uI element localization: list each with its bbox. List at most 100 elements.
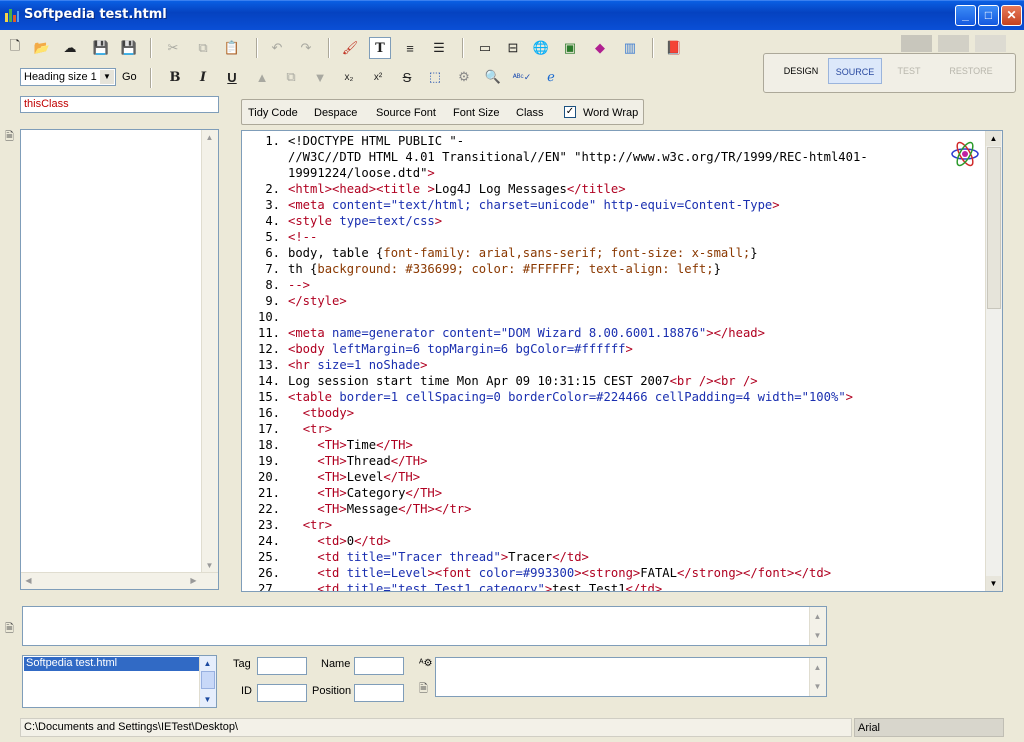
code-lines[interactable]: 1. <!DOCTYPE HTML PUBLIC "-//W3C//DTD HTM… [248,133,868,591]
scroll-left-arrow[interactable]: ◀ [21,573,36,588]
close-button[interactable]: ✕ [1001,5,1022,26]
save-icon[interactable]: 💾 [90,37,112,59]
attribute-textarea[interactable]: ▲ ▼ [435,657,827,697]
open-files-list[interactable]: Softpedia test.html ▲ ▼ [22,655,217,708]
class-input[interactable]: thisClass [20,96,219,113]
code-line[interactable]: 19. <TH>Thread</TH> [248,453,868,469]
scroll-thumb[interactable] [201,671,215,689]
mode-source-button[interactable]: SOURCE [828,58,882,84]
chart-icon[interactable]: ▥ [619,37,641,59]
code-line[interactable]: 12. <body leftMargin=6 topMargin=6 bgColo… [248,341,868,357]
cloud-icon[interactable]: ☁ [59,37,81,59]
undo-icon[interactable]: ↶ [266,37,288,59]
heading-select[interactable]: Heading size 1 ▼ [20,68,116,86]
scroll-up-arrow[interactable]: ▲ [202,130,217,145]
code-line[interactable]: 23. <tr> [248,517,868,533]
tag-input[interactable] [257,657,307,675]
bold-icon[interactable]: B [164,66,186,88]
underline-icon[interactable]: U [221,66,243,88]
copy-icon[interactable]: ⧉ [192,37,214,59]
horizontal-scrollbar[interactable]: ◀ ▶ [21,572,218,589]
brush-icon[interactable]: 🖌 [339,37,361,59]
font-size-button[interactable]: Font Size [453,107,499,119]
code-vertical-scrollbar[interactable]: ▲ ▼ [985,131,1002,591]
code-line[interactable]: 13. <hr size=1 noShade> [248,357,868,373]
move-down-icon[interactable]: ▼ [309,66,331,88]
code-line[interactable]: 9. </style> [248,293,868,309]
despace-button[interactable]: Despace [314,107,357,119]
subscript-icon[interactable]: x₂ [338,66,360,88]
save-as-icon[interactable]: 💾 [118,37,140,59]
code-line[interactable]: 11. <meta name=generator content="DOM Wiz… [248,325,868,341]
move-up-icon[interactable]: ▲ [251,66,273,88]
paste-icon[interactable]: 📋 [221,37,243,59]
scroll-down-arrow[interactable]: ▼ [810,679,825,694]
code-line[interactable]: 14. Log session start time Mon Apr 09 10:… [248,373,868,389]
align-center-icon[interactable]: ≡ [399,37,421,59]
code-line[interactable]: 20. <TH>Level</TH> [248,469,868,485]
code-line[interactable]: 10. [248,309,868,325]
code-line[interactable]: 26. <td title=Level><font color=#993300>… [248,565,868,581]
mode-test-button[interactable]: TEST [885,58,933,84]
strikethrough-icon[interactable]: S [396,66,418,88]
scroll-up-arrow[interactable]: ▲ [810,609,825,624]
code-line[interactable]: 21. <TH>Category</TH> [248,485,868,501]
open-folder-icon[interactable]: 📂 [31,37,53,59]
id-input[interactable] [257,684,307,702]
class-button[interactable]: Class [516,107,544,119]
window-icon[interactable]: ▭ [474,37,496,59]
attribute-icon[interactable]: ᴬ⚙ [419,658,433,669]
vertical-scrollbar[interactable]: ▲ ▼ [201,130,218,573]
italic-icon[interactable]: I [192,66,214,88]
maximize-button[interactable]: □ [978,5,999,26]
scroll-down-arrow[interactable]: ▼ [986,576,1001,591]
code-line[interactable]: 8. --> [248,277,868,293]
code-line[interactable]: 19991224/loose.dtd"> [248,165,868,181]
source-code-editor[interactable]: 1. <!DOCTYPE HTML PUBLIC "-//W3C//DTD HTM… [241,130,1003,592]
output-textarea[interactable]: ▲ ▼ [22,606,827,646]
objects-icon[interactable]: ◆ [589,37,611,59]
new-file-icon[interactable]: 🗋 [4,37,26,59]
code-line[interactable]: 22. <TH>Message</TH></tr> [248,501,868,517]
code-line[interactable]: 7. th {background: #336699; color: #FFFFF… [248,261,868,277]
search-icon[interactable]: 🔍 [482,66,504,88]
go-button[interactable]: Go [122,71,137,83]
book-icon[interactable]: 📕 [663,37,685,59]
scroll-up-arrow[interactable]: ▲ [200,656,215,671]
word-wrap-checkbox[interactable]: ✓ [564,106,576,118]
code-line[interactable]: 6. body, table {font-family: arial,sans-s… [248,245,868,261]
file-list-item[interactable]: Softpedia test.html [24,657,200,671]
bullet-list-icon[interactable]: ☰ [428,37,450,59]
code-line[interactable]: 25. <td title="Tracer thread">Tracer</td… [248,549,868,565]
code-line[interactable]: 16. <tbody> [248,405,868,421]
scroll-thumb[interactable] [987,147,1001,309]
code-line[interactable]: 24. <td>0</td> [248,533,868,549]
vertical-scrollbar[interactable]: ▲ ▼ [199,656,216,707]
code-line[interactable]: //W3C//DTD HTML 4.01 Transitional//EN" "… [248,149,868,165]
scroll-up-arrow[interactable]: ▲ [810,660,825,675]
vertical-scrollbar[interactable]: ▲ ▼ [809,658,826,696]
tidy-code-button[interactable]: Tidy Code [248,107,298,119]
code-line[interactable]: 15. <table border=1 cellSpacing=0 borderC… [248,389,868,405]
settings-icon[interactable]: ⚙ [453,66,475,88]
mode-restore-button[interactable]: RESTORE [940,58,1002,84]
superscript-icon[interactable]: x² [367,66,389,88]
spellcheck-icon[interactable]: ᴬᴮᶜ✓ [511,66,533,88]
chevron-down-icon[interactable]: ▼ [100,70,114,84]
source-font-button[interactable]: Source Font [376,107,436,119]
code-line[interactable]: 17. <tr> [248,421,868,437]
code-line[interactable]: 5. <!-- [248,229,868,245]
scroll-down-arrow[interactable]: ▼ [810,628,825,643]
image-icon[interactable]: ▣ [559,37,581,59]
element-tree-panel[interactable]: ▲ ▼ ◀ ▶ [20,129,219,590]
text-mode-icon[interactable]: T [369,37,391,59]
scroll-up-arrow[interactable]: ▲ [986,131,1001,146]
code-line[interactable]: 4. <style type=text/css> [248,213,868,229]
scroll-down-arrow[interactable]: ▼ [202,558,217,573]
scroll-down-arrow[interactable]: ▼ [200,692,215,707]
browser-icon[interactable]: ℯ [540,66,562,88]
code-line[interactable]: 18. <TH>Time</TH> [248,437,868,453]
code-line[interactable]: 1. <!DOCTYPE HTML PUBLIC "- [248,133,868,149]
code-line[interactable]: 27. <td title="test.Test1 category">test… [248,581,868,591]
globe-icon[interactable]: 🌐 [530,37,552,59]
